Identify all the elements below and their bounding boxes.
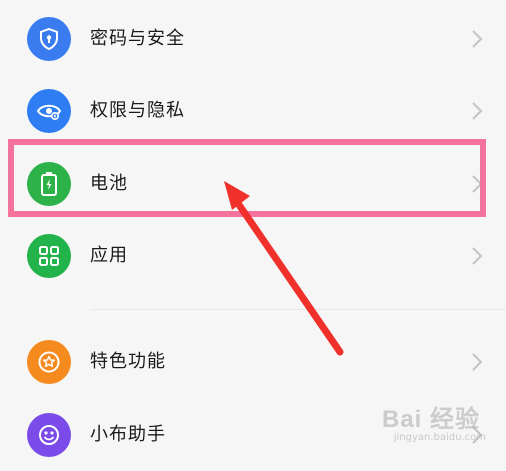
- chevron-right-icon: [472, 353, 483, 371]
- settings-list: 密码与安全 权限与隐私 电池 应用 特色功能 小布助手: [0, 0, 506, 457]
- settings-item-special-features[interactable]: 特色功能: [0, 326, 506, 398]
- apps-grid-icon: [27, 234, 71, 278]
- settings-item-permissions-privacy[interactable]: 权限与隐私: [0, 75, 506, 147]
- settings-item-label: 权限与隐私: [90, 100, 185, 121]
- chevron-right-icon: [472, 247, 483, 265]
- chevron-right-icon: [472, 426, 483, 444]
- settings-item-battery[interactable]: 电池: [0, 148, 506, 220]
- eye-privacy-icon: [27, 89, 71, 133]
- settings-item-label: 电池: [90, 173, 128, 194]
- assistant-icon: [27, 413, 71, 457]
- settings-item-apps[interactable]: 应用: [0, 220, 506, 292]
- settings-item-password-security[interactable]: 密码与安全: [0, 3, 506, 75]
- section-divider: [90, 309, 506, 310]
- chevron-right-icon: [472, 102, 483, 120]
- chevron-right-icon: [472, 30, 483, 48]
- settings-item-label: 应用: [90, 245, 128, 266]
- chevron-right-icon: [472, 175, 483, 193]
- settings-item-label: 小布助手: [90, 424, 166, 445]
- shield-lock-icon: [27, 17, 71, 61]
- battery-icon: [27, 162, 71, 206]
- star-badge-icon: [27, 340, 71, 384]
- settings-item-label: 密码与安全: [90, 28, 185, 49]
- settings-item-label: 特色功能: [90, 351, 166, 372]
- settings-item-breeno-assistant[interactable]: 小布助手: [0, 399, 506, 471]
